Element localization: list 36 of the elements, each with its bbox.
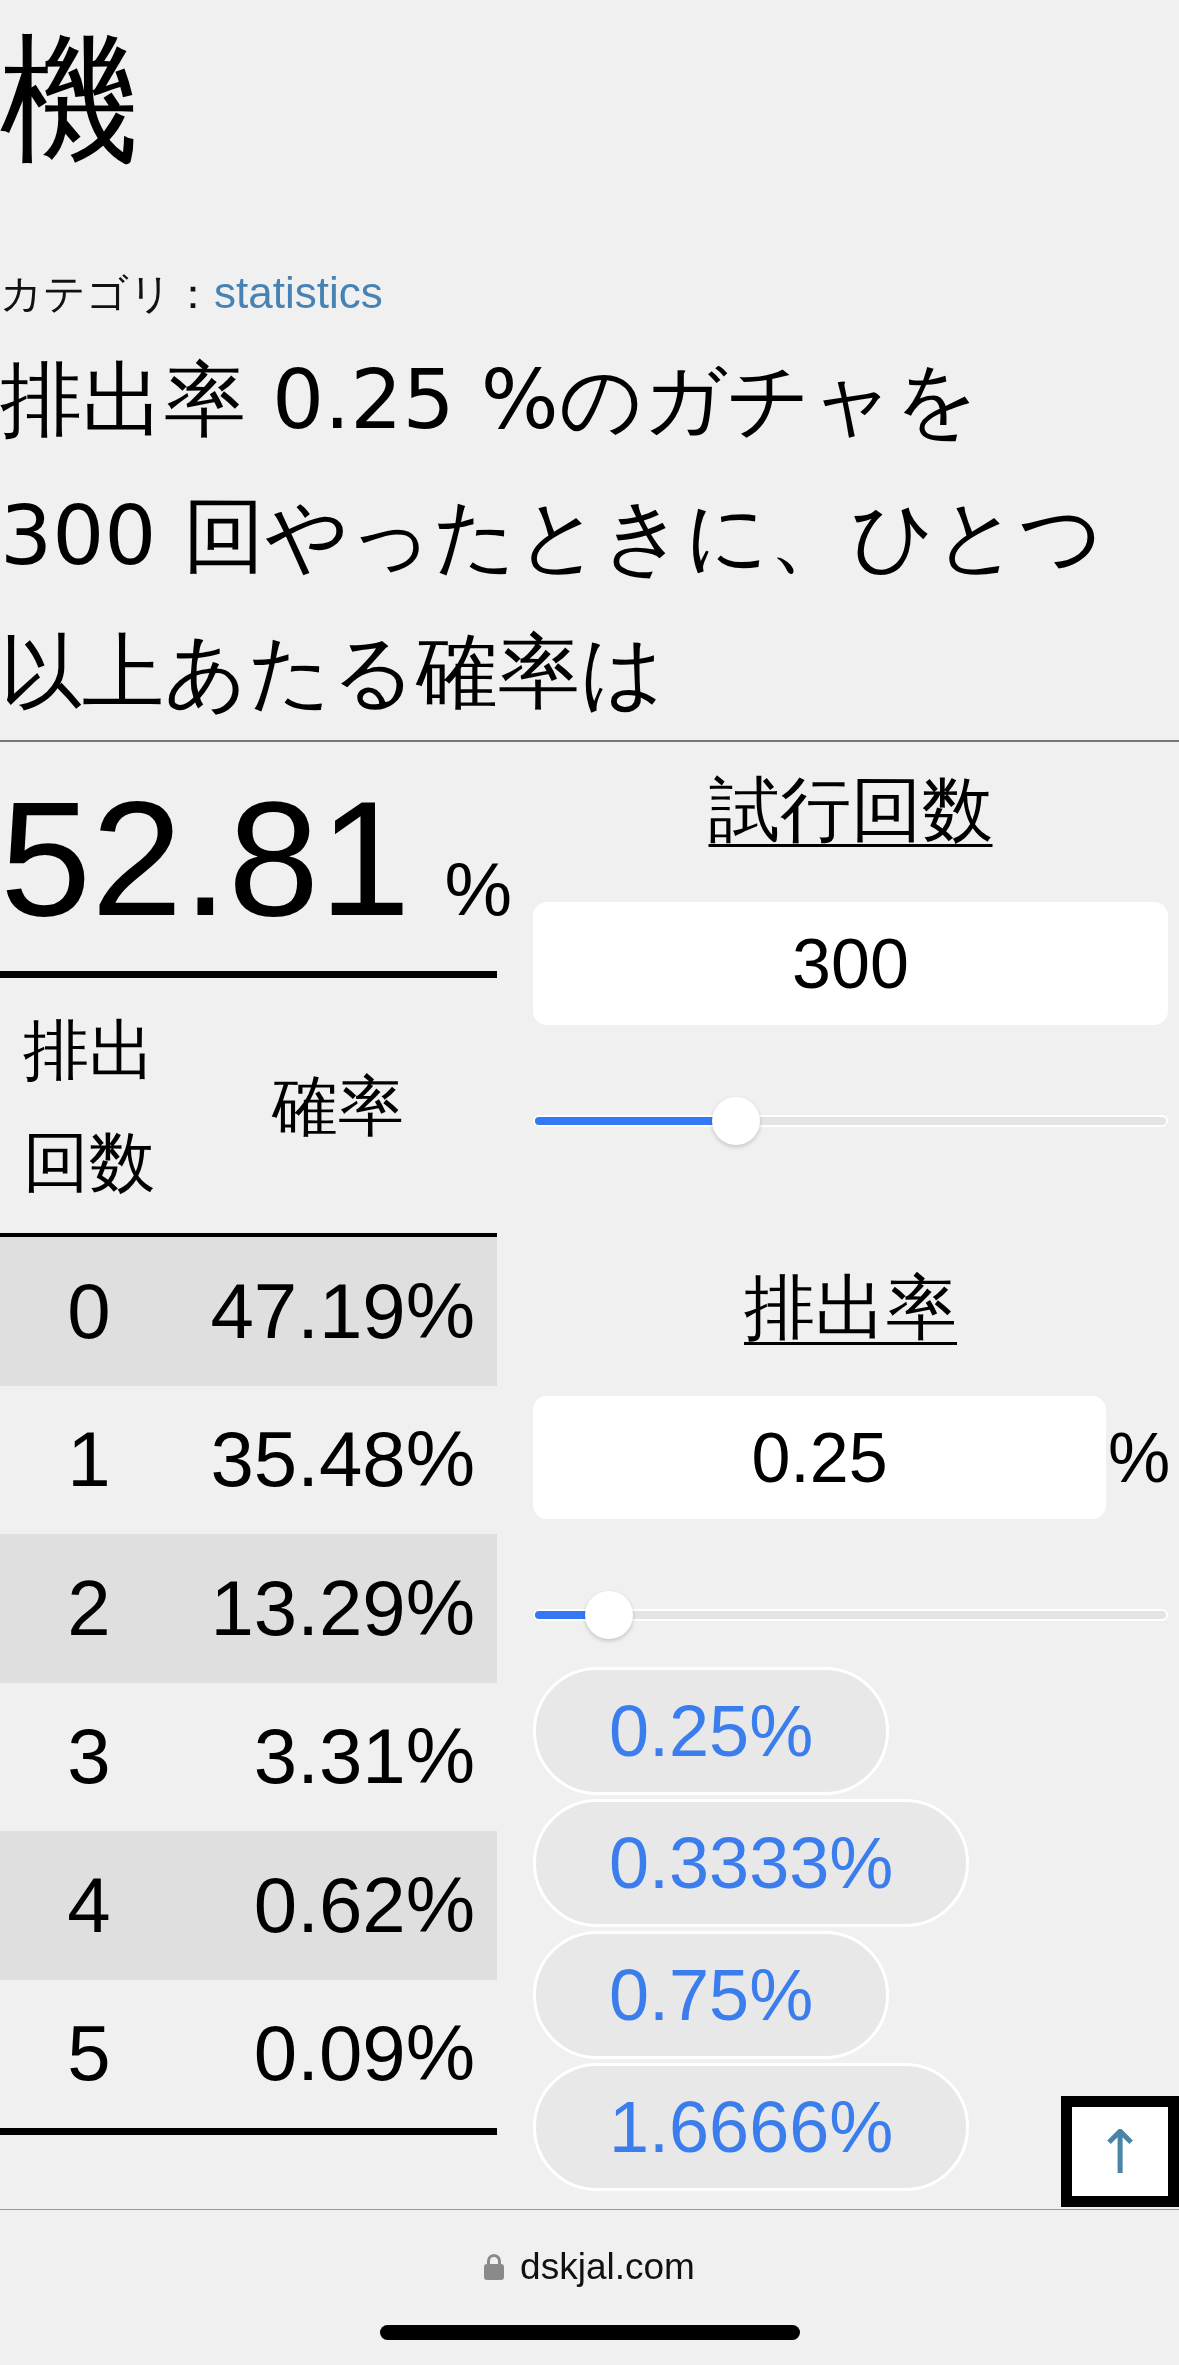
preset-button[interactable]: 0.25% — [533, 1667, 890, 1795]
table-cell: 13.29% — [178, 1534, 497, 1683]
table-cell-text: 1 — [66, 1414, 112, 1506]
address-bar-url[interactable]: dskjal.com — [520, 2242, 695, 2292]
table-cell-text: 3 — [66, 1711, 112, 1803]
table-cell: 0 — [0, 1237, 178, 1386]
input-field[interactable]: 0.25 — [533, 1396, 1106, 1519]
section-heading: 排出率 — [744, 1268, 957, 1347]
table-header-cell-text: 排出回数 — [22, 1011, 156, 1201]
input-field[interactable]: 300 — [533, 902, 1168, 1025]
table-cell-text: 35.48% — [209, 1414, 476, 1506]
preset-button[interactable]: 1.6666% — [533, 2063, 970, 2191]
slider-thumb[interactable] — [712, 1097, 761, 1145]
category-link[interactable]: statistics — [214, 268, 383, 317]
section-heading: 試行回数 — [708, 770, 993, 849]
page-title: 機 — [0, 20, 140, 180]
question-text: 排出率 0.25 %のガチャを300 回やったときに、ひとつ以上あたる確率は — [0, 351, 1104, 721]
result-unit: % — [444, 851, 512, 927]
unit-label: % — [1108, 1417, 1168, 1499]
table-cell-text: 3.31% — [252, 1711, 476, 1803]
table-header-cell-text: 確率 — [270, 1067, 405, 1145]
slider-track[interactable] — [533, 1097, 1168, 1145]
preset-button[interactable]: 0.75% — [533, 1931, 890, 2059]
table-cell-text: 5 — [66, 2008, 112, 2100]
table-cell: 0.62% — [178, 1831, 497, 1980]
table-cell-text: 0.09% — [252, 2008, 476, 2100]
table-cell: 47.19% — [178, 1237, 497, 1386]
slider-track[interactable] — [533, 1591, 1168, 1639]
scroll-to-top-button[interactable]: ↑ — [1061, 2096, 1179, 2207]
slider-thumb[interactable] — [585, 1591, 634, 1639]
preset-button[interactable]: 0.3333% — [533, 1799, 970, 1927]
result-value: 52.81 — [0, 777, 411, 941]
table-cell: 4 — [0, 1831, 178, 1980]
category-label: カテゴリ： — [0, 270, 214, 317]
lock-icon — [484, 2254, 505, 2280]
table-cell: 2 — [0, 1534, 178, 1683]
